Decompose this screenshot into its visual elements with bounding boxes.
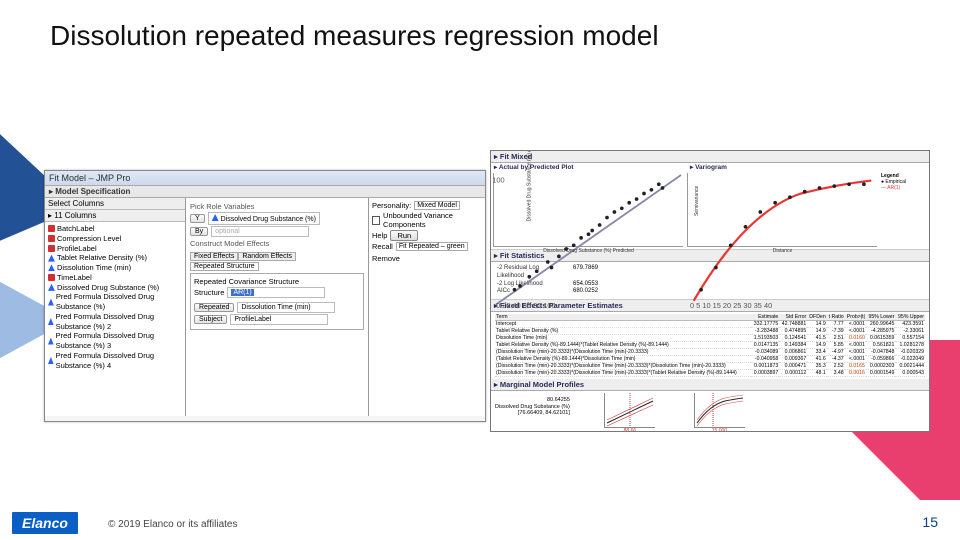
col-item[interactable]: ProfileLabel: [48, 244, 182, 254]
fit-output-window: ▸ Fit Mixed ▸ Actual by Predicted Plot ▸…: [490, 150, 930, 432]
vario-ylabel: Semivariance: [694, 185, 700, 215]
help-label: Help: [372, 231, 387, 240]
variogram-title: ▸ Variogram: [687, 163, 883, 171]
profile-y-labels: 80.64255 Dissolved Drug Substance (%) [7…: [495, 393, 570, 432]
window-title: Fit Model – JMP Pro: [45, 171, 485, 186]
recall-label: Recall: [372, 242, 393, 251]
fe-table: Term Estimate Std Error DFDen t Ratio Pr…: [491, 312, 929, 379]
actual-predicted-plot: 0 20 40 60 80 100 100 Dissolved Drug Sub…: [493, 173, 683, 247]
fe-th: 95% Lower: [866, 314, 896, 321]
subject-field[interactable]: ProfileLabel: [230, 314, 328, 325]
variogram-plot: 0 5 10 15 20 25 30 35 40 Distance Semiva…: [687, 173, 877, 247]
subject-button[interactable]: Subject: [194, 315, 227, 324]
by-field[interactable]: optional: [211, 226, 309, 237]
pred-ylabel: Dissolved Drug Substance (%) Actual: [527, 150, 533, 221]
col-item[interactable]: Compression Level: [48, 234, 182, 244]
recall-select[interactable]: Fit Repeated – green: [396, 242, 468, 251]
pred-xlabel: Dissolved Drug Substance (%) Predicted: [494, 248, 683, 254]
repeated-field[interactable]: Dissolution Time (min): [237, 302, 335, 313]
page-number: 15: [922, 514, 938, 530]
elanco-logo: Elanco: [12, 512, 78, 534]
plot-legend: Legend ● Empirical — AR(1): [879, 171, 929, 249]
col-item[interactable]: Pred Formula Dissolved Drug Substance (%…: [48, 331, 182, 351]
footer: Elanco © 2019 Elanco or its affiliates 1…: [0, 500, 960, 540]
predicted-plot-title: ▸ Actual by Predicted Plot: [491, 163, 687, 171]
col-item[interactable]: TimeLabel: [48, 273, 182, 283]
tab-fixed[interactable]: Fixed Effects: [190, 252, 238, 261]
remove-button[interactable]: Remove: [372, 254, 400, 263]
fit-mixed-title: ▸ Fit Mixed: [491, 151, 929, 163]
profiles-title: ▸ Marginal Model Profiles: [491, 379, 929, 391]
fe-th: Prob>|t|: [845, 314, 866, 321]
tab-random[interactable]: Random Effects: [238, 252, 296, 261]
by-button[interactable]: By: [190, 227, 208, 236]
slide-title: Dissolution repeated measures regression…: [50, 20, 659, 52]
select-columns-header: Select Columns: [45, 198, 185, 210]
model-spec-window: Fit Model – JMP Pro ▸ Model Specificatio…: [44, 170, 486, 422]
col-item[interactable]: Dissolved Drug Substance (%): [48, 283, 182, 293]
col-item[interactable]: Dissolution Time (min): [48, 263, 182, 273]
structure-label: Structure: [194, 288, 224, 297]
section-model-spec: ▸ Model Specification: [45, 186, 485, 198]
structure-select[interactable]: AR(1): [227, 287, 325, 298]
run-button[interactable]: Run: [390, 230, 418, 241]
svg-text:0 20 40 60 80 100: 0 20 40 60 80 100: [496, 301, 556, 310]
fe-th: 95% Upper: [895, 314, 925, 321]
repeated-button[interactable]: Repeated: [194, 303, 234, 312]
col-item[interactable]: BatchLabel: [48, 224, 182, 234]
profile-plot-time: [694, 393, 745, 428]
unbounded-checkbox[interactable]: [372, 216, 380, 225]
profile-plot-trd: [604, 393, 655, 428]
construct-header: Construct Model Effects: [190, 239, 364, 248]
svg-text:100: 100: [492, 175, 504, 184]
unbounded-label: Unbounded Variance Components: [383, 211, 482, 229]
roles-header: Pick Role Variables: [190, 202, 364, 211]
y-button[interactable]: Y: [190, 214, 205, 223]
svg-text:0 5 10 15 20 25 30 35 40: 0 5 10 15 20 25 30 35 40: [690, 301, 772, 310]
cols-count: ▸ 11 Columns: [45, 210, 185, 222]
col-item[interactable]: Pred Formula Dissolved Drug Substance (%…: [48, 351, 182, 371]
personality-label: Personality:: [372, 201, 411, 210]
fe-th: t Ratio: [827, 314, 845, 321]
personality-select[interactable]: Mixed Model: [414, 201, 460, 210]
col-item[interactable]: Pred Formula Dissolved Drug Substance (%…: [48, 312, 182, 332]
tab-repeated[interactable]: Repeated Structure: [190, 262, 259, 271]
cov-struct-label: Repeated Covariance Structure: [194, 277, 360, 286]
col-item[interactable]: Pred Formula Dissolved Drug Substance (%…: [48, 292, 182, 312]
select-columns-panel: Select Columns ▸ 11 Columns BatchLabel C…: [45, 198, 186, 416]
col-item[interactable]: Tablet Relative Density (%): [48, 253, 182, 263]
y-field[interactable]: Dissolved Drug Substance (%): [208, 212, 320, 225]
fe-th: DFDen: [807, 314, 826, 321]
copyright: © 2019 Elanco or its affiliates: [108, 519, 237, 530]
vario-xlabel: Distance: [688, 248, 877, 254]
